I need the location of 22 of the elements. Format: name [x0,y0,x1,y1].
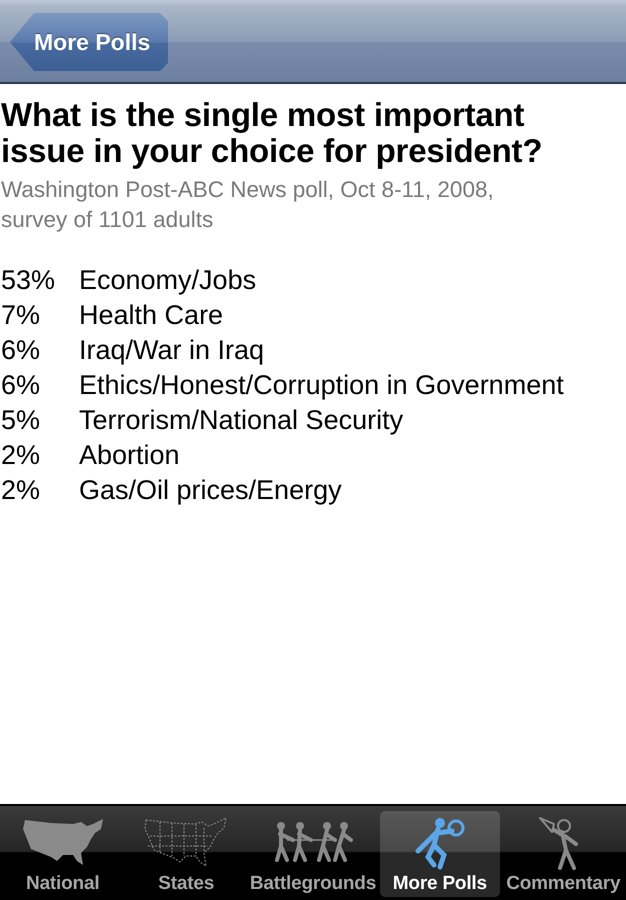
result-percent: 5% [1,405,42,436]
result-issue: Abortion [79,440,180,471]
result-issue: Health Care [79,300,224,331]
result-issue: Terrorism/National Security [79,405,404,436]
poll-source: Washington Post-ABC News poll, Oct 8-11, 2008, survey of 1101 adults [1,176,495,234]
result-percent: 2% [1,440,42,471]
result-percent: 6% [1,370,42,401]
result-percent: 53% [1,265,56,296]
tab[interactable]: Battlegrounds [250,811,376,897]
tab[interactable]: Commentary [504,811,623,897]
result-percent: 2% [1,475,42,506]
result-issue: Ethics/Honest/Corruption in Government [79,370,564,401]
tab[interactable]: States [126,811,246,897]
result-percent: 6% [1,335,42,366]
result-issue: Gas/Oil prices/Energy [79,475,342,506]
tab[interactable]: More Polls [380,811,500,897]
back-button[interactable]: More Polls [10,13,168,71]
result-issue: Iraq/War in Iraq [79,335,264,366]
result-issue: Economy/Jobs [79,265,256,296]
result-percent: 7% [1,300,42,331]
tab[interactable]: National [3,811,122,897]
poll-question: What is the single most important issue in your choice for president? [1,97,544,169]
